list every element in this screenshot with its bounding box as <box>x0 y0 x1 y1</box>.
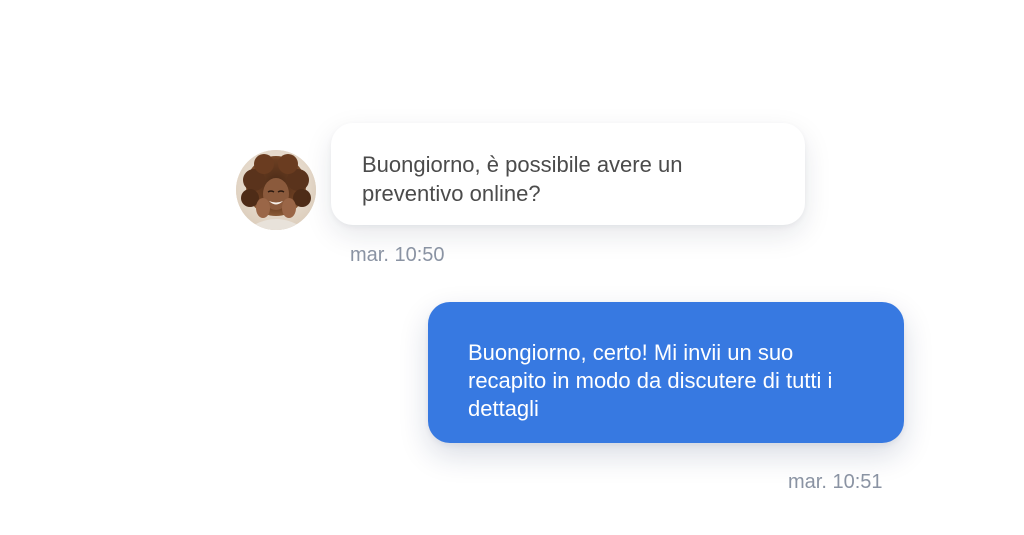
incoming-message-bubble: Buongiorno, è possibile avere un prevent… <box>331 123 805 225</box>
incoming-message-text: Buongiorno, è possibile avere un prevent… <box>362 152 683 206</box>
chat-conversation: Buongiorno, è possibile avere un prevent… <box>0 0 1024 535</box>
outgoing-message-text: Buongiorno, certo! Mi invii un suo recap… <box>468 340 833 421</box>
outgoing-message-bubble: Buongiorno, certo! Mi invii un suo recap… <box>428 302 904 443</box>
incoming-message-timestamp: mar. 10:50 <box>350 244 445 266</box>
avatar <box>236 150 316 230</box>
user-photo-avatar-icon <box>236 150 316 230</box>
outgoing-message-timestamp: mar. 10:51 <box>788 471 883 493</box>
